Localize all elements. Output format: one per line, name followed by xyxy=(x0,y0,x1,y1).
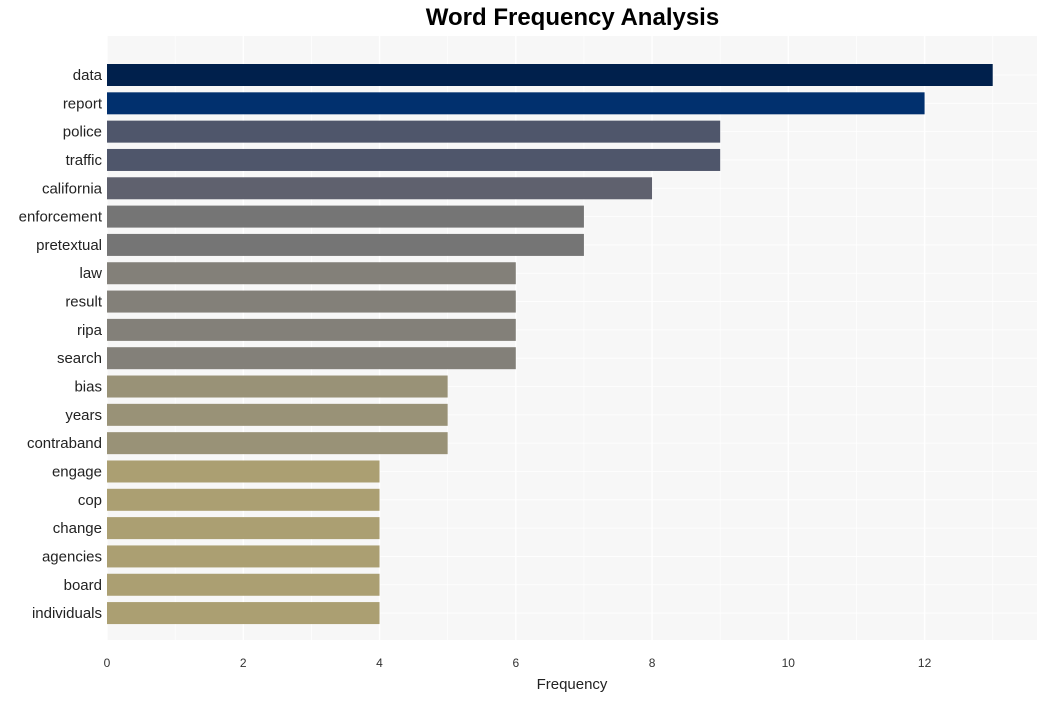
category-label: agencies xyxy=(42,548,102,565)
bar-bias xyxy=(107,375,448,398)
category-label: pretextual xyxy=(36,237,102,254)
category-label: police xyxy=(63,124,102,141)
category-label: ripa xyxy=(77,322,103,339)
x-tick-label: 0 xyxy=(104,656,111,670)
x-tick-label: 8 xyxy=(649,656,656,670)
category-label: bias xyxy=(74,379,102,396)
category-label: enforcement xyxy=(19,209,103,226)
bar-search xyxy=(107,347,516,370)
x-tick-label: 12 xyxy=(918,656,932,670)
bar-data xyxy=(107,64,993,86)
bar-chart: data report police traffic california enforce… xyxy=(19,36,1037,693)
category-label: report xyxy=(63,95,103,112)
x-tick-label: 4 xyxy=(376,656,383,670)
category-label: contraband xyxy=(27,435,102,452)
category-label: data xyxy=(73,67,103,84)
category-label: board xyxy=(64,577,102,594)
bar-police xyxy=(107,120,721,143)
x-tick-label: 6 xyxy=(512,656,519,670)
bar-change xyxy=(107,517,380,540)
category-label: california xyxy=(42,180,103,197)
category-label: individuals xyxy=(32,605,102,622)
x-axis-title: Frequency xyxy=(537,676,608,693)
bar-law xyxy=(107,262,516,285)
category-label: law xyxy=(79,265,102,282)
bar-pretextual xyxy=(107,233,584,256)
bar-individuals xyxy=(107,602,380,625)
category-label: cop xyxy=(78,492,102,509)
bar-engage xyxy=(107,460,380,483)
bar-contraband xyxy=(107,432,448,455)
bar-report xyxy=(107,92,925,115)
bar-cop xyxy=(107,488,380,511)
category-label: traffic xyxy=(66,152,103,169)
bar-traffic xyxy=(107,148,721,171)
category-label: years xyxy=(65,407,102,424)
bar-years xyxy=(107,403,448,426)
category-label: engage xyxy=(52,463,102,480)
bar-agencies xyxy=(107,545,380,568)
bar-enforcement xyxy=(107,205,584,228)
bar-california xyxy=(107,177,653,200)
x-tick-label: 2 xyxy=(240,656,247,670)
x-tick-label: 10 xyxy=(782,656,796,670)
category-label: result xyxy=(65,294,103,311)
bar-ripa xyxy=(107,318,516,341)
category-label: search xyxy=(57,350,102,367)
bar-result xyxy=(107,290,516,313)
bar-board xyxy=(107,573,380,596)
category-label: change xyxy=(53,520,102,537)
